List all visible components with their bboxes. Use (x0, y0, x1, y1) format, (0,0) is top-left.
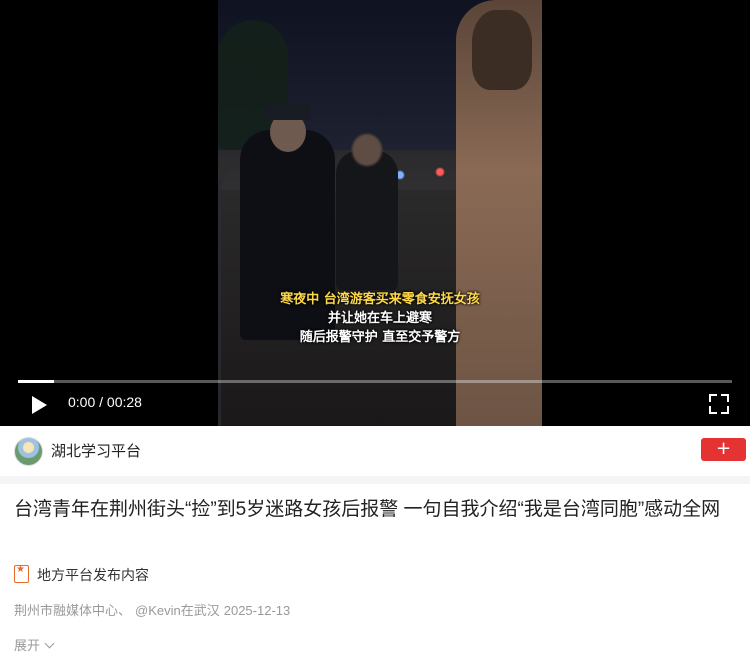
divider (0, 476, 750, 484)
expand-toggle[interactable]: 展开 (14, 635, 55, 654)
source-1[interactable]: 荆州市融媒体中心、 (14, 603, 131, 618)
source-2[interactable]: @Kevin在武汉 (135, 603, 220, 618)
video-frame: 寒夜中 台湾游客买来零食安抚女孩 并让她在车上避寒 随后报警守护 直至交予警方 (218, 0, 542, 426)
source-line: 荆州市融媒体中心、 @Kevin在武汉 2025-12-13 (14, 600, 294, 619)
progress-bar[interactable] (18, 380, 732, 383)
tag-label: 地方平台发布内容 (37, 567, 149, 583)
author-name[interactable]: 湖北学习平台 (51, 440, 141, 461)
platform-tag: 地方平台发布内容 (14, 564, 149, 585)
play-icon[interactable] (32, 396, 47, 414)
chevron-down-icon (44, 638, 55, 649)
author-bar: 湖北学习平台 + (0, 426, 750, 476)
caption-line-2: 并让她在车上避寒 (327, 311, 432, 326)
caption-line-1: 寒夜中 台湾游客买来零食安抚女孩 (280, 292, 480, 307)
progress-fill (18, 380, 54, 383)
man-in-coat (456, 0, 542, 426)
video-player[interactable]: 寒夜中 台湾游客买来零食安抚女孩 并让她在车上避寒 随后报警守护 直至交予警方 … (0, 0, 750, 426)
fullscreen-icon[interactable] (709, 394, 729, 414)
avatar[interactable] (14, 437, 43, 466)
follow-button[interactable]: + (701, 438, 746, 461)
duration: 00:28 (106, 394, 142, 410)
video-caption: 寒夜中 台湾游客买来零食安抚女孩 并让她在车上避寒 随后报警守护 直至交予警方 (262, 290, 498, 347)
publish-date: 2025-12-13 (223, 603, 291, 618)
badge-icon (14, 564, 29, 583)
caption-line-3: 随后报警守护 直至交予警方 (299, 330, 461, 345)
video-controls: 0:00 / 00:28 (0, 370, 750, 426)
police-officer-blurred (336, 134, 398, 290)
current-time: 0:00 (68, 394, 96, 410)
article-title: 台湾青年在荆州街头“捡”到5岁迷路女孩后报警 一句自我介绍“我是台湾同胞”感动全… (14, 499, 721, 520)
time-separator: / (95, 394, 107, 410)
time-display: 0:00 / 00:28 (68, 394, 142, 410)
expand-label: 展开 (14, 638, 41, 653)
